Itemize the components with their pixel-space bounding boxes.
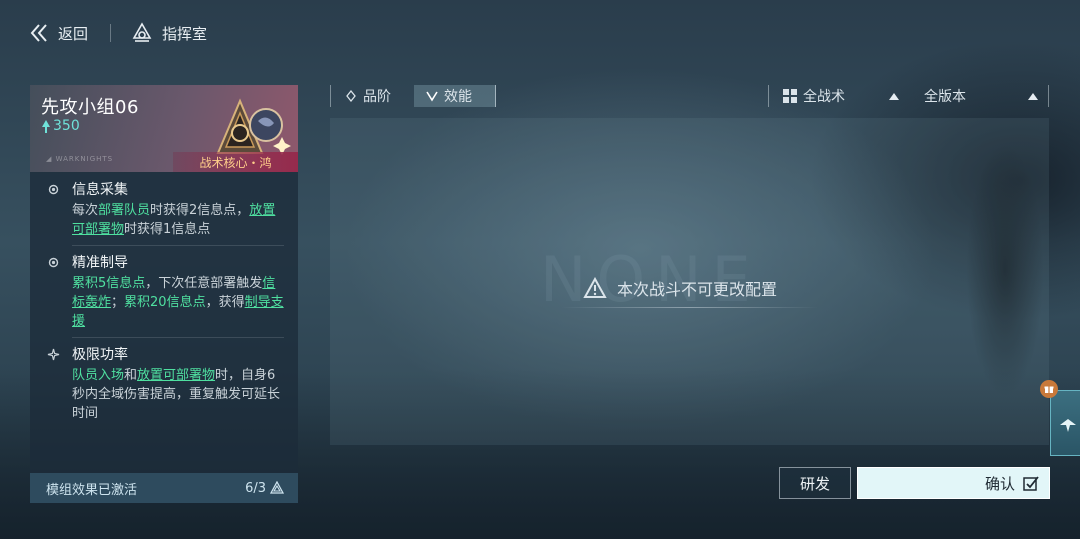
module-icon <box>270 481 284 494</box>
squad-cost-value: 350 <box>53 118 80 134</box>
skill-desc-text: 和 <box>124 368 138 383</box>
research-button-label: 研发 <box>799 474 830 493</box>
energy-icon <box>42 119 50 133</box>
module-status-bar: 模组效果已激活 6/3 <box>30 473 298 503</box>
topbar-divider <box>110 24 112 42</box>
warning-icon <box>583 277 607 298</box>
skill-item: 极限功率 队员入场和放置可部署物时，自身6秒内全域伤害提高，重复触发可延长时间 <box>30 344 298 423</box>
module-count: 6/3 <box>245 481 284 496</box>
notice-underline <box>561 307 818 308</box>
brand-mark: ◢ WARKNIGHTS <box>46 155 114 163</box>
breadcrumb-label: 指挥室 <box>162 24 208 43</box>
squad-card-header[interactable]: 先攻小组06 350 ◢ WARKNIGHTS 战术核心・鸿 <box>30 85 298 172</box>
back-button[interactable]: 返回 <box>30 22 88 44</box>
skill-keyword: 部署队员 <box>98 203 151 218</box>
back-label: 返回 <box>58 24 89 43</box>
wing-emblem-icon <box>1060 419 1076 432</box>
skill-title: 信息采集 <box>72 182 128 198</box>
skill-keyword: 累积5信息点 <box>72 276 146 291</box>
notice: 本次战斗不可更改配置 <box>583 276 777 300</box>
skill-description: 累积5信息点，下次任意部署触发信标轰炸；累积20信息点，获得制导支援 <box>72 274 284 331</box>
confirm-button-label: 确认 <box>984 474 1015 493</box>
skill-desc-text: 时获得2信息点， <box>150 203 250 218</box>
tab-performance[interactable]: 效能 <box>414 85 496 107</box>
skill-desc-text: ； <box>111 295 125 310</box>
tactical-core-emblem-icon <box>216 98 291 155</box>
top-bar: 返回 指挥室 <box>30 20 207 46</box>
module-count-value: 6/3 <box>245 480 266 496</box>
skill-title: 极限功率 <box>72 347 128 363</box>
triangle-up-icon <box>889 93 899 100</box>
skill-keyword: 累积20信息点 <box>124 295 206 310</box>
skill-gear-icon <box>48 257 59 268</box>
skill-description: 队员入场和放置可部署物时，自身6秒内全域伤害提高，重复触发可延长时间 <box>72 366 284 423</box>
skill-desc-text: ，获得 <box>205 295 245 310</box>
skill-item: 信息采集 每次部署队员时获得2信息点，放置可部署物时获得1信息点 <box>30 179 298 239</box>
skill-keyword[interactable]: 放置可部署物 <box>137 368 215 383</box>
skill-spark-icon <box>47 348 60 361</box>
tactic-filter-label: 全战术 <box>803 89 845 105</box>
skill-desc-text: 时获得1信息点 <box>124 222 211 237</box>
grid-icon <box>783 89 797 103</box>
module-status-label: 模组效果已激活 <box>46 482 138 498</box>
tab-performance-label: 效能 <box>444 89 472 105</box>
skill-divider <box>72 245 284 246</box>
version-filter-label: 全版本 <box>924 89 966 105</box>
skill-divider <box>72 337 284 338</box>
version-filter-dropdown[interactable]: 全版本 <box>918 85 1049 107</box>
sort-diamond-icon <box>346 90 356 102</box>
core-tag: 战术核心・鸿 <box>173 152 298 172</box>
chevron-down-icon <box>426 91 438 102</box>
confirm-button[interactable]: 确认 <box>857 467 1050 499</box>
squad-name: 先攻小组06 <box>41 97 139 118</box>
notification-badge <box>1040 380 1058 398</box>
filter-bar: 品阶 效能 全战术 全版本 <box>330 85 1049 107</box>
squad-cost: 350 <box>41 118 80 134</box>
skill-title: 精准制导 <box>72 255 128 271</box>
skill-description: 每次部署队员时获得2信息点，放置可部署物时获得1信息点 <box>72 201 284 239</box>
skill-desc-text: ，下次任意部署触发 <box>145 276 263 291</box>
triangle-up-icon <box>1028 93 1038 100</box>
skill-list: 信息采集 每次部署队员时获得2信息点，放置可部署物时获得1信息点 精准制导 累积… <box>30 175 298 450</box>
command-room-icon <box>132 22 152 42</box>
list-fade <box>30 437 298 461</box>
tactic-filter-dropdown[interactable]: 全战术 <box>768 85 918 107</box>
breadcrumb: 指挥室 <box>131 22 207 44</box>
skill-gear-icon <box>48 184 59 195</box>
squad-card: 先攻小组06 350 ◢ WARKNIGHTS 战术核心・鸿 信息采集 每次部署… <box>30 85 298 503</box>
checkbox-check-icon <box>1023 476 1039 491</box>
skill-item: 精准制导 累积5信息点，下次任意部署触发信标轰炸；累积20信息点，获得制导支援 <box>30 252 298 331</box>
gift-icon <box>1044 386 1054 393</box>
skill-desc-text: 每次 <box>72 203 99 218</box>
notice-text: 本次战斗不可更改配置 <box>617 280 778 299</box>
skill-keyword: 队员入场 <box>72 368 125 383</box>
config-content-area: NONE 本次战斗不可更改配置 <box>330 118 1049 445</box>
side-drawer-tab[interactable] <box>1050 390 1080 456</box>
tab-grade-label: 品阶 <box>363 89 391 105</box>
tab-grade[interactable]: 品阶 <box>330 85 414 107</box>
research-button[interactable]: 研发 <box>779 467 851 499</box>
back-chevron-icon <box>30 24 47 42</box>
